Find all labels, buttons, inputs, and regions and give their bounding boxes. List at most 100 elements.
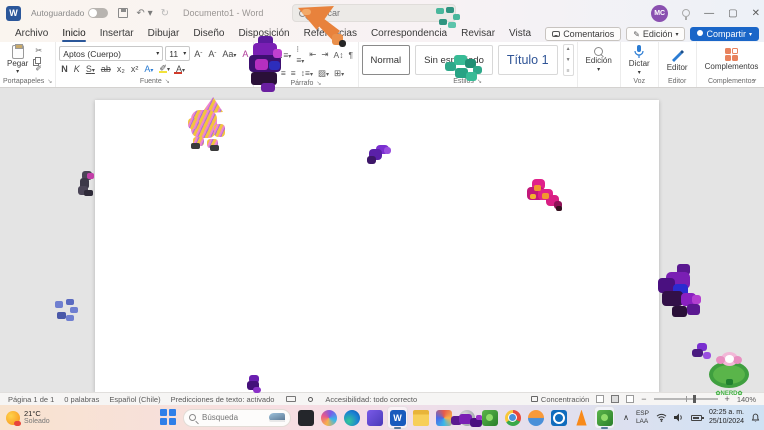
weather-widget[interactable]: 21°C Soleado (6, 410, 50, 426)
sprite-dark-seahorse-pet[interactable] (76, 171, 96, 197)
subscript-button[interactable]: x₂ (115, 64, 127, 74)
print-layout-button[interactable] (611, 395, 619, 403)
font-name-select[interactable]: Aptos (Cuerpo)▾ (59, 46, 163, 61)
show-marks-button[interactable]: ¶ (347, 50, 355, 60)
comments-button[interactable]: Comentarios (545, 27, 621, 41)
format-painter-button[interactable]: ✐ (35, 65, 42, 74)
collapse-ribbon-button[interactable]: ⌄ (751, 74, 758, 83)
cut-button[interactable]: ✂ (35, 47, 42, 56)
increase-indent-button[interactable]: ⇥ (320, 49, 330, 60)
dictate-button[interactable]: Dictar ▾ (624, 44, 655, 76)
taskbar-icon-explorer[interactable] (410, 406, 431, 429)
document-page[interactable] (95, 100, 659, 392)
taskbar-icon-vstudio[interactable] (364, 406, 385, 429)
battery-saver-icon[interactable] (691, 415, 702, 421)
taskbar-icon-game2[interactable] (594, 406, 615, 429)
zoom-out-button[interactable]: − (641, 394, 646, 404)
undo-icon[interactable]: ↶ ▾ (136, 8, 152, 19)
ribbon-tab-inicio[interactable]: Inicio (55, 27, 92, 41)
status-item-4[interactable]: Accesibilidad: todo correcto (325, 395, 417, 404)
ribbon-tab-dibujar[interactable]: Dibujar (141, 27, 187, 41)
read-mode-button[interactable] (596, 395, 604, 403)
focus-mode-button[interactable]: Concentración (531, 395, 589, 404)
avatar[interactable]: MC (651, 5, 668, 22)
taskbar-icon-outlook[interactable] (548, 406, 569, 429)
web-layout-button[interactable] (626, 395, 634, 403)
sprite-purple-status-pet[interactable] (245, 375, 262, 393)
taskbar-icon-chrome[interactable] (502, 406, 523, 429)
sprite-pink-fish-pet[interactable] (525, 179, 561, 213)
style-normal[interactable]: Normal (362, 45, 411, 75)
ribbon-tab-archivo[interactable]: Archivo (8, 27, 55, 41)
taskbar-icon-vlc[interactable] (571, 406, 592, 429)
status-item-2[interactable]: Español (Chile) (109, 395, 160, 404)
sprite-orange-arrow-pet[interactable] (296, 6, 348, 48)
restore-button[interactable]: ▢ (728, 8, 737, 19)
taskbar-icon-taskview[interactable] (295, 406, 316, 429)
text-effects-button[interactable]: A▾ (142, 64, 155, 74)
style-heading1[interactable]: Título 1 (498, 45, 558, 75)
share-button[interactable]: Compartir ▾ (690, 27, 759, 41)
idea-icon[interactable] (682, 9, 690, 17)
save-icon[interactable] (118, 8, 128, 18)
bold-button[interactable]: N (59, 64, 70, 74)
dialog-launcher-icon[interactable]: ↘ (47, 78, 52, 85)
justify-button[interactable]: ≡ (289, 68, 297, 78)
highlight-button[interactable]: ✐▾ (157, 63, 172, 74)
addins-button[interactable]: Complementos (700, 48, 764, 71)
taskbar-icon-copilot[interactable] (318, 406, 339, 429)
font-color-button[interactable]: A▾ (174, 64, 187, 74)
start-button[interactable] (160, 409, 177, 426)
editing-mode-button[interactable]: ✎ Edición ▾ (626, 27, 685, 41)
editor-button[interactable]: Editor (662, 48, 693, 72)
ribbon-tab-insertar[interactable]: Insertar (93, 27, 141, 41)
borders-button[interactable]: ⊞▾ (333, 68, 346, 79)
taskbar-icon-edge[interactable] (341, 406, 362, 429)
decrease-indent-button[interactable]: ⇤ (308, 49, 318, 60)
sprite-teal-crab-pet[interactable] (445, 55, 483, 82)
line-spacing-button[interactable]: ↕≡▾ (299, 68, 314, 78)
volume-icon[interactable] (674, 413, 684, 422)
zoom-slider[interactable] (654, 398, 718, 400)
strikethrough-button[interactable]: ab (99, 64, 113, 74)
wifi-icon[interactable] (656, 413, 667, 422)
status-item-1[interactable]: 0 palabras (64, 395, 99, 404)
italic-button[interactable]: K (72, 64, 82, 74)
redo-icon[interactable]: ↻ (161, 8, 169, 19)
underline-button[interactable]: S▾ (84, 64, 97, 74)
language-indicator[interactable]: ESP LAA (636, 410, 649, 425)
status-item-0[interactable]: Página 1 de 1 (8, 395, 54, 404)
sprite-striped-pet[interactable] (188, 97, 226, 151)
close-button[interactable]: ✕ (752, 8, 760, 19)
ribbon-tab-correspondencia[interactable]: Correspondencia (364, 27, 454, 41)
sprite-blue-bits-pet[interactable] (55, 299, 79, 323)
status-item-3[interactable]: Predicciones de texto: activado (171, 395, 275, 404)
taskbar-search[interactable] (183, 409, 291, 427)
sprite-purple-taskbar-pet[interactable] (451, 412, 482, 428)
autosave-control[interactable]: Autoguardado (31, 8, 108, 18)
ribbon-tab-vista[interactable]: Vista (502, 27, 538, 41)
taskbar-icon-paint[interactable] (525, 406, 546, 429)
notifications-icon[interactable] (751, 413, 760, 422)
change-case-button[interactable]: Aa▾ (220, 49, 238, 59)
styles-gallery-scrollbar[interactable]: ▲▼≡ (563, 44, 574, 76)
sprite-lotad-pet[interactable]: ✿NERD✿ (702, 349, 756, 389)
sprite-big-purple-pet[interactable] (654, 264, 702, 320)
editing-button[interactable]: Edición ▾ (581, 47, 617, 73)
zoom-slider-thumb[interactable] (693, 395, 696, 403)
minimize-button[interactable]: — (704, 8, 714, 19)
tray-expand-icon[interactable]: ∧ (623, 413, 629, 422)
shrink-font-button[interactable]: Aˇ (206, 49, 218, 59)
autosave-toggle[interactable] (88, 8, 108, 18)
sort-button[interactable]: A↕ (332, 50, 345, 60)
copy-button[interactable] (35, 57, 42, 64)
dialog-launcher-icon[interactable]: ↘ (165, 78, 170, 85)
word-logo-icon[interactable]: W (6, 6, 21, 21)
font-size-select[interactable]: 11▾ (165, 46, 190, 61)
taskbar-search-input[interactable] (200, 412, 262, 423)
grow-font-button[interactable]: Aˆ (192, 49, 204, 59)
ribbon-tab-revisar[interactable]: Revisar (454, 27, 502, 41)
clock[interactable]: 02:25 a. m. 25/10/2024 (709, 409, 744, 426)
taskbar-icon-game[interactable] (479, 406, 500, 429)
taskbar-icon-word[interactable] (387, 406, 408, 429)
